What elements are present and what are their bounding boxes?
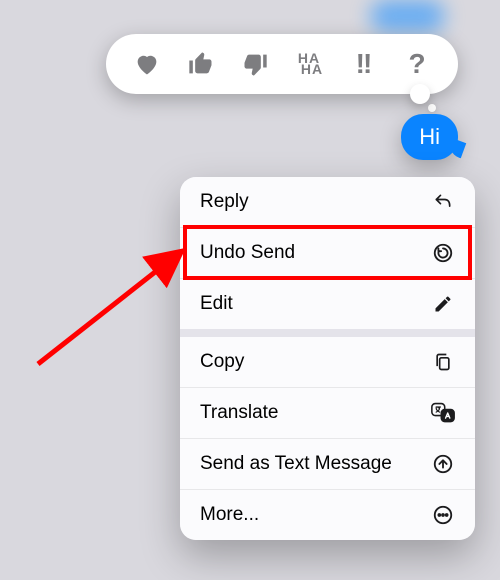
menu-label: Copy	[200, 351, 244, 373]
tapback-thumbs-up[interactable]	[183, 46, 219, 82]
thumbs-up-icon	[187, 50, 215, 78]
menu-label: Reply	[200, 191, 249, 213]
menu-label: Translate	[200, 402, 279, 424]
haha-icon: HA HA	[295, 53, 323, 75]
more-icon	[431, 504, 455, 526]
menu-label: Send as Text Message	[200, 453, 392, 475]
menu-item-more[interactable]: More...	[180, 489, 475, 540]
menu-item-translate[interactable]: Translate	[180, 387, 475, 438]
menu-item-copy[interactable]: Copy	[180, 337, 475, 387]
arrow-up-circle-icon	[431, 453, 455, 475]
menu-label: Undo Send	[200, 242, 295, 264]
reply-icon	[431, 192, 455, 212]
menu-item-reply[interactable]: Reply	[180, 177, 475, 227]
copy-icon	[431, 351, 455, 373]
undo-icon	[431, 242, 455, 264]
menu-item-send-as-text[interactable]: Send as Text Message	[180, 438, 475, 489]
question-icon: ?	[408, 48, 425, 80]
message-context-menu: Reply Undo Send Edit Copy Translate	[180, 177, 475, 540]
message-text: Hi	[419, 124, 440, 149]
menu-item-undo-send[interactable]: Undo Send	[180, 227, 475, 278]
tapback-exclaim[interactable]: !!	[345, 46, 381, 82]
tapback-thumbs-down[interactable]	[237, 46, 273, 82]
menu-separator	[180, 329, 475, 337]
menu-item-edit[interactable]: Edit	[180, 278, 475, 329]
heart-icon	[132, 50, 162, 78]
tapback-haha[interactable]: HA HA	[291, 46, 327, 82]
translate-icon	[431, 402, 455, 424]
sent-message-bubble[interactable]: Hi	[401, 114, 458, 160]
thumbs-down-icon	[241, 50, 269, 78]
tapback-heart[interactable]	[129, 46, 165, 82]
blurred-previous-bubble	[370, 0, 445, 32]
annotation-arrow	[30, 242, 195, 372]
exclaim-icon: !!	[356, 48, 371, 80]
menu-label: Edit	[200, 293, 233, 315]
edit-icon	[431, 294, 455, 314]
tapback-question[interactable]: ?	[399, 46, 435, 82]
tapback-palette: HA HA !! ?	[106, 34, 458, 94]
menu-label: More...	[200, 504, 259, 526]
